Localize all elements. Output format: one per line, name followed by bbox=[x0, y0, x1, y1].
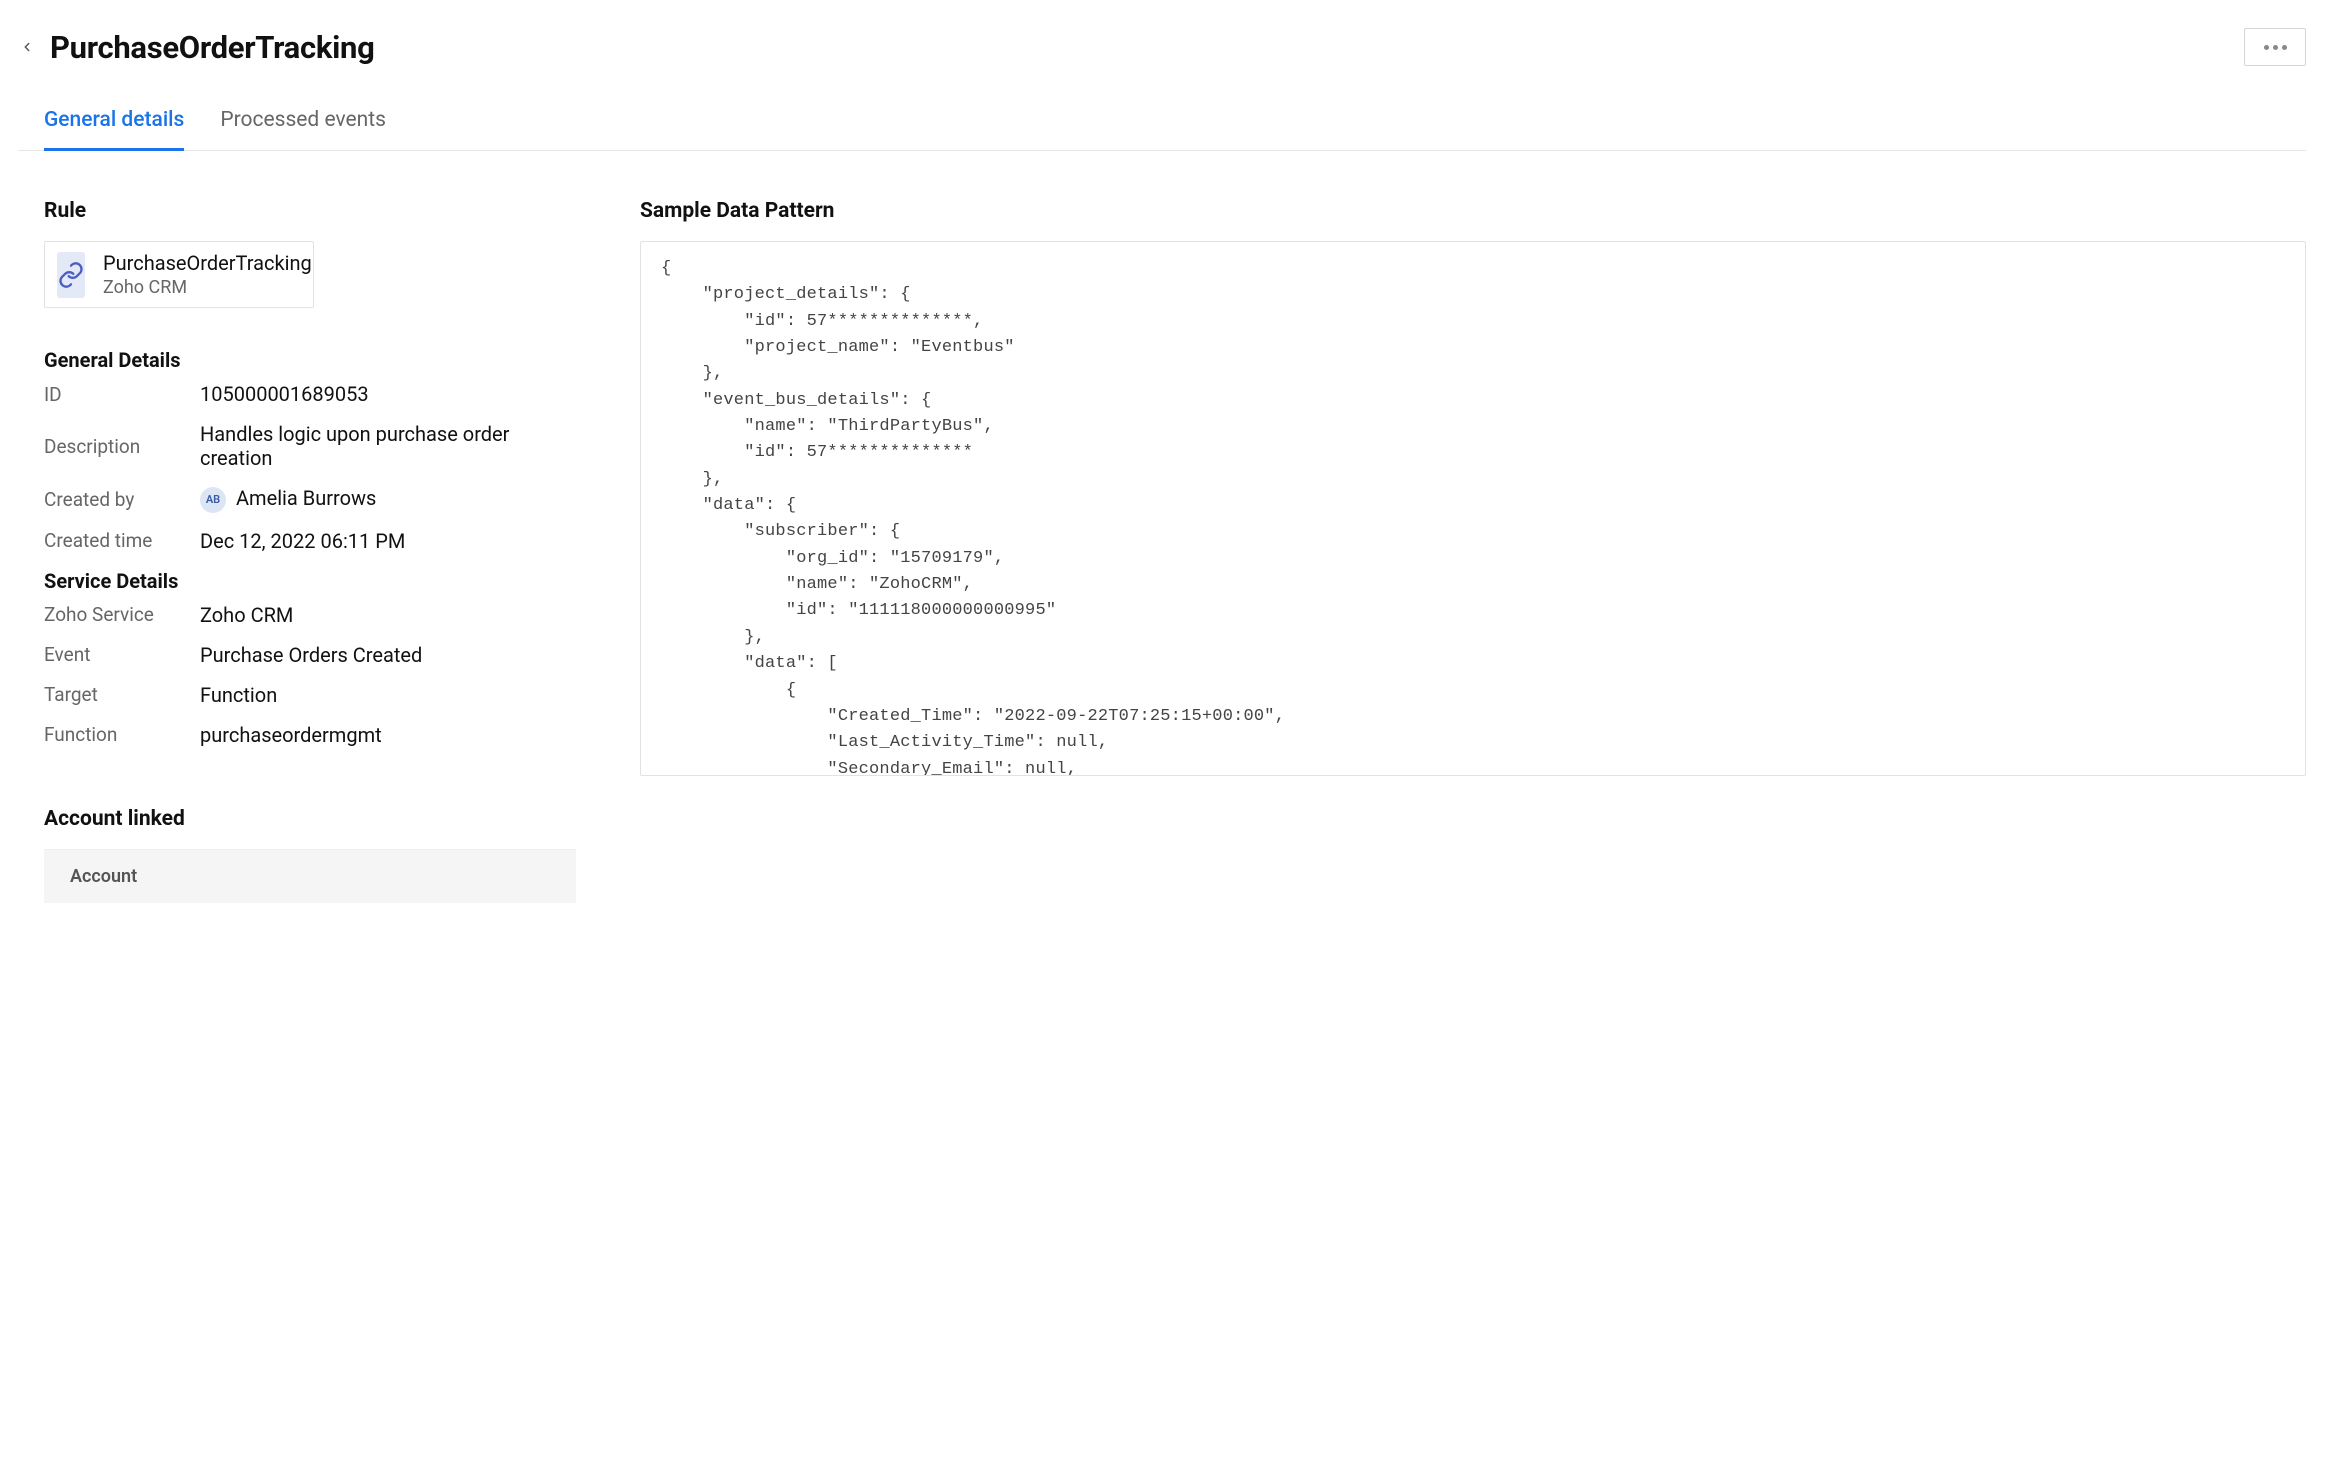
function-label: Function bbox=[44, 723, 200, 746]
content-area: Rule PurchaseOrderTracking Zoho CRM Gene… bbox=[18, 151, 2306, 903]
description-label: Description bbox=[44, 435, 200, 458]
id-value: 105000001689053 bbox=[200, 382, 369, 406]
event-value: Purchase Orders Created bbox=[200, 643, 422, 667]
rule-card[interactable]: PurchaseOrderTracking Zoho CRM bbox=[44, 241, 314, 308]
createdtime-label: Created time bbox=[44, 529, 200, 552]
row-zoho-service: Zoho Service Zoho CRM bbox=[44, 603, 584, 627]
link-icon bbox=[57, 252, 85, 298]
createdby-value: AB Amelia Burrows bbox=[200, 486, 376, 513]
event-label: Event bbox=[44, 643, 200, 666]
row-event: Event Purchase Orders Created bbox=[44, 643, 584, 667]
target-label: Target bbox=[44, 683, 200, 706]
row-created-by: Created by AB Amelia Burrows bbox=[44, 486, 584, 513]
dot-icon bbox=[2264, 45, 2269, 50]
back-button[interactable] bbox=[18, 38, 36, 56]
rule-name: PurchaseOrderTracking bbox=[103, 251, 312, 275]
tab-processed-events[interactable]: Processed events bbox=[220, 108, 386, 151]
dot-icon bbox=[2273, 45, 2278, 50]
sample-data-heading: Sample Data Pattern bbox=[640, 199, 2306, 223]
tabs-bar: General details Processed events bbox=[18, 108, 2306, 151]
row-id: ID 105000001689053 bbox=[44, 382, 584, 406]
row-created-time: Created time Dec 12, 2022 06:11 PM bbox=[44, 529, 584, 553]
more-actions-button[interactable] bbox=[2244, 28, 2306, 66]
avatar: AB bbox=[200, 487, 226, 513]
header-left: PurchaseOrderTracking bbox=[18, 29, 374, 66]
zoho-service-label: Zoho Service bbox=[44, 603, 200, 626]
sample-data-code[interactable]: { "project_details": { "id": 57*********… bbox=[640, 241, 2306, 776]
rule-heading: Rule bbox=[44, 199, 584, 223]
function-value: purchaseordermgmt bbox=[200, 723, 382, 747]
left-column: Rule PurchaseOrderTracking Zoho CRM Gene… bbox=[44, 199, 584, 903]
target-value: Function bbox=[200, 683, 277, 707]
account-linked-heading: Account linked bbox=[44, 807, 584, 831]
right-column: Sample Data Pattern { "project_details":… bbox=[640, 199, 2306, 903]
row-target: Target Function bbox=[44, 683, 584, 707]
row-function: Function purchaseordermgmt bbox=[44, 723, 584, 747]
zoho-service-value: Zoho CRM bbox=[200, 603, 293, 627]
chevron-left-icon bbox=[20, 40, 34, 54]
createdtime-value: Dec 12, 2022 06:11 PM bbox=[200, 529, 405, 553]
createdby-name: Amelia Burrows bbox=[236, 486, 376, 510]
account-linked-section: Account linked Account bbox=[44, 807, 584, 903]
service-details-heading: Service Details bbox=[44, 569, 584, 593]
account-col-header: Account bbox=[70, 866, 137, 887]
page-header: PurchaseOrderTracking bbox=[18, 18, 2306, 86]
general-details-heading: General Details bbox=[44, 348, 584, 372]
dot-icon bbox=[2282, 45, 2287, 50]
row-description: Description Handles logic upon purchase … bbox=[44, 422, 584, 470]
createdby-label: Created by bbox=[44, 488, 200, 511]
id-label: ID bbox=[44, 383, 200, 406]
account-table-header: Account bbox=[44, 849, 576, 903]
page-title: PurchaseOrderTracking bbox=[50, 29, 374, 66]
rule-text: PurchaseOrderTracking Zoho CRM bbox=[103, 251, 312, 298]
tab-general-details[interactable]: General details bbox=[44, 108, 184, 151]
rule-subtitle: Zoho CRM bbox=[103, 277, 312, 298]
description-value: Handles logic upon purchase order creati… bbox=[200, 422, 584, 470]
